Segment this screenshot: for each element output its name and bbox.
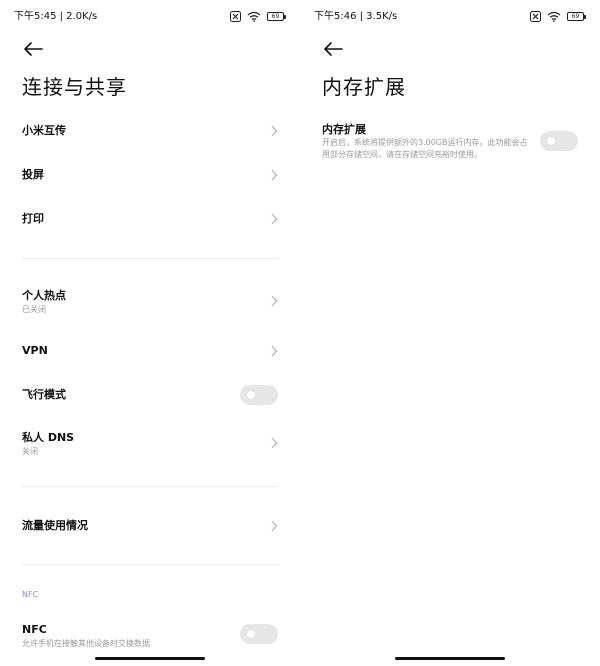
setting-item-hotspot[interactable]: 个人热点 已关闭 [0,284,300,318]
setting-item-label: 私人 DNS [22,431,75,444]
battery-level: 69 [271,13,280,20]
setting-item-private-dns[interactable]: 私人 DNS 关闭 [0,426,300,460]
no-sim-icon [530,11,541,22]
toggle-knob [247,630,255,638]
setting-item-description: 开启后，系统将提供额外的3.00GB运行内存。此功能会占用部分存储空间，请在存储… [322,138,528,159]
chevron-right-icon [270,295,278,307]
back-button[interactable] [20,39,46,59]
setting-item-description: 允许手机在接触其他设备时交换数据 [22,639,150,648]
setting-item-label: VPN [22,344,48,357]
memory-extension-toggle[interactable] [540,131,578,151]
setting-item-label: 小米互传 [22,124,66,137]
screenshot-pair: 下午5:45 | 2.0K/s 69 连接与共享 小米互传 投屏 打印 个人热点… [0,0,600,666]
setting-item-label: NFC [22,623,47,636]
wifi-icon [547,11,561,22]
chevron-right-icon [270,213,278,225]
back-arrow-icon [24,42,43,56]
setting-item-screen-cast[interactable]: 投屏 [0,162,300,188]
setting-item-print[interactable]: 打印 [0,206,300,232]
setting-item-nfc: NFC 允许手机在接触其他设备时交换数据 [0,618,300,652]
back-button[interactable] [320,39,346,59]
chevron-right-icon [270,345,278,357]
back-arrow-icon [324,42,343,56]
chevron-right-icon [270,437,278,449]
setting-item-label: 投屏 [22,168,44,181]
status-bar: 下午5:46 | 3.5K/s 69 [314,9,586,25]
wifi-icon [247,11,261,22]
setting-item-mi-share[interactable]: 小米互传 [0,118,300,144]
page-title: 内存扩展 [322,75,406,99]
battery-icon: 69 [267,12,286,21]
home-indicator [95,657,205,660]
status-text: 下午5:46 | 3.5K/s [314,11,398,22]
chevron-right-icon [270,169,278,181]
setting-item-label: 打印 [22,212,44,225]
toggle-knob [247,391,255,399]
setting-item-label: 流量使用情况 [22,519,88,532]
divider [22,564,278,565]
toggle-knob [547,137,555,145]
status-bar: 下午5:45 | 2.0K/s 69 [14,9,286,25]
status-text: 下午5:45 | 2.0K/s [14,11,98,22]
setting-item-status: 关闭 [22,447,38,456]
divider [22,486,278,487]
divider [22,258,278,259]
setting-item-airplane-mode: 飞行模式 [0,382,300,408]
battery-level: 69 [571,13,580,20]
setting-item-memory-extension: 内存扩展 开启后，系统将提供额外的3.00GB运行内存。此功能会占用部分存储空间… [300,118,600,166]
setting-item-label: 内存扩展 [322,123,366,136]
setting-item-vpn[interactable]: VPN [0,338,300,364]
status-icons: 69 [230,11,286,22]
home-indicator [395,657,505,660]
connection-sharing-screen: 下午5:45 | 2.0K/s 69 连接与共享 小米互传 投屏 打印 个人热点… [0,0,300,666]
setting-item-label: 个人热点 [22,289,66,302]
nfc-toggle[interactable] [240,624,278,644]
section-header-nfc: NFC [22,590,39,599]
memory-extension-screen: 下午5:46 | 3.5K/s 69 内存扩展 内存扩展 开启后，系统将提供额外… [300,0,600,666]
battery-icon: 69 [567,12,586,21]
no-sim-icon [230,11,241,22]
page-title: 连接与共享 [22,75,127,99]
status-icons: 69 [530,11,586,22]
setting-item-label: 飞行模式 [22,388,66,401]
chevron-right-icon [270,125,278,137]
setting-item-data-usage[interactable]: 流量使用情况 [0,513,300,539]
airplane-mode-toggle[interactable] [240,385,278,405]
setting-item-status: 已关闭 [22,305,46,314]
chevron-right-icon [270,520,278,532]
